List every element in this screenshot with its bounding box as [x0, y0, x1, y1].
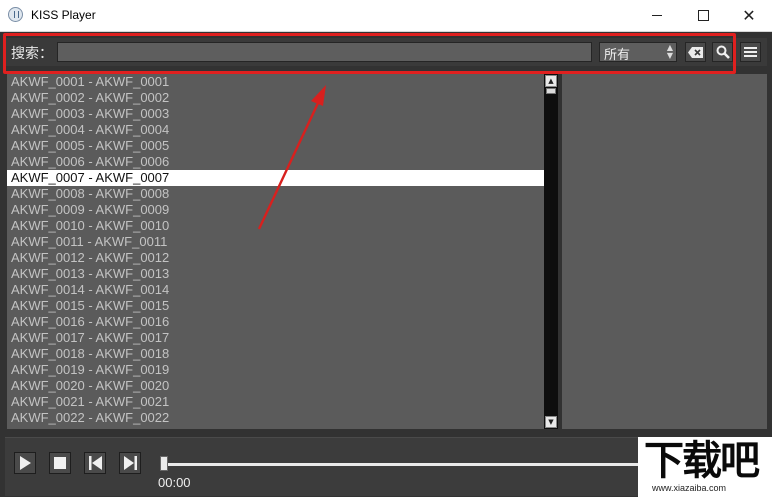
previous-button[interactable] [84, 452, 106, 474]
track-item[interactable]: AKWF_0001 - AKWF_0001 [7, 74, 544, 90]
stop-button[interactable] [49, 452, 71, 474]
track-item[interactable]: AKWF_0009 - AKWF_0009 [7, 202, 544, 218]
track-item-selected[interactable]: AKWF_0007 - AKWF_0007 [7, 170, 544, 186]
play-icon [20, 456, 31, 470]
title-bar: KISS Player ✕ [0, 0, 772, 32]
menu-icon [744, 47, 757, 57]
track-item[interactable]: AKWF_0011 - AKWF_0011 [7, 234, 544, 250]
maximize-button[interactable] [680, 0, 726, 31]
minimize-icon [652, 15, 662, 16]
track-item[interactable]: AKWF_0018 - AKWF_0018 [7, 346, 544, 362]
skip-next-icon [123, 456, 137, 470]
scroll-up-icon[interactable]: ▲ [545, 75, 557, 87]
track-item[interactable]: AKWF_0006 - AKWF_0006 [7, 154, 544, 170]
maximize-icon [697, 10, 709, 21]
track-item[interactable]: AKWF_0003 - AKWF_0003 [7, 106, 544, 122]
track-list[interactable]: AKWF_0001 - AKWF_0001 AKWF_0002 - AKWF_00… [7, 74, 544, 429]
track-item[interactable]: AKWF_0002 - AKWF_0002 [7, 90, 544, 106]
track-item[interactable]: AKWF_0017 - AKWF_0017 [7, 330, 544, 346]
track-item[interactable]: AKWF_0015 - AKWF_0015 [7, 298, 544, 314]
track-item[interactable]: AKWF_0021 - AKWF_0021 [7, 394, 544, 410]
side-panel [562, 74, 767, 429]
track-list-panel[interactable]: AKWF_0001 - AKWF_0001 AKWF_0002 - AKWF_00… [7, 74, 544, 429]
watermark: 下载吧 www.xiazaiba.com [638, 437, 772, 497]
scrollbar-thumb[interactable] [546, 88, 556, 94]
scroll-down-icon[interactable]: ▼ [545, 416, 557, 428]
stop-icon [54, 457, 66, 469]
track-item[interactable]: AKWF_0022 - AKWF_0022 [7, 410, 544, 426]
track-item[interactable]: AKWF_0012 - AKWF_0012 [7, 250, 544, 266]
track-item[interactable]: AKWF_0004 - AKWF_0004 [7, 122, 544, 138]
track-item[interactable]: AKWF_0014 - AKWF_0014 [7, 282, 544, 298]
track-item[interactable]: AKWF_0023 - AKWF_0023 [7, 426, 544, 429]
watermark-logo: 下载吧 [644, 438, 760, 484]
next-button[interactable] [119, 452, 141, 474]
track-item[interactable]: AKWF_0005 - AKWF_0005 [7, 138, 544, 154]
play-button[interactable] [14, 452, 36, 474]
seek-handle[interactable] [160, 456, 168, 471]
minimize-button[interactable] [634, 0, 680, 31]
track-item[interactable]: AKWF_0010 - AKWF_0010 [7, 218, 544, 234]
seek-bar[interactable] [164, 463, 644, 466]
close-button[interactable]: ✕ [726, 0, 772, 31]
app-icon [8, 7, 23, 22]
close-icon: ✕ [742, 6, 756, 25]
track-item[interactable]: AKWF_0013 - AKWF_0013 [7, 266, 544, 282]
track-item[interactable]: AKWF_0008 - AKWF_0008 [7, 186, 544, 202]
list-scrollbar[interactable]: ▲ ▼ [544, 74, 558, 429]
skip-previous-icon [88, 456, 102, 470]
time-display: 00:00 [158, 475, 191, 490]
track-item[interactable]: AKWF_0020 - AKWF_0020 [7, 378, 544, 394]
window-title: KISS Player [31, 8, 96, 22]
menu-button[interactable] [740, 42, 761, 62]
track-item[interactable]: AKWF_0016 - AKWF_0016 [7, 314, 544, 330]
annotation-highlight-box [3, 33, 736, 74]
track-item[interactable]: AKWF_0019 - AKWF_0019 [7, 362, 544, 378]
watermark-url: www.xiazaiba.com [652, 483, 727, 493]
